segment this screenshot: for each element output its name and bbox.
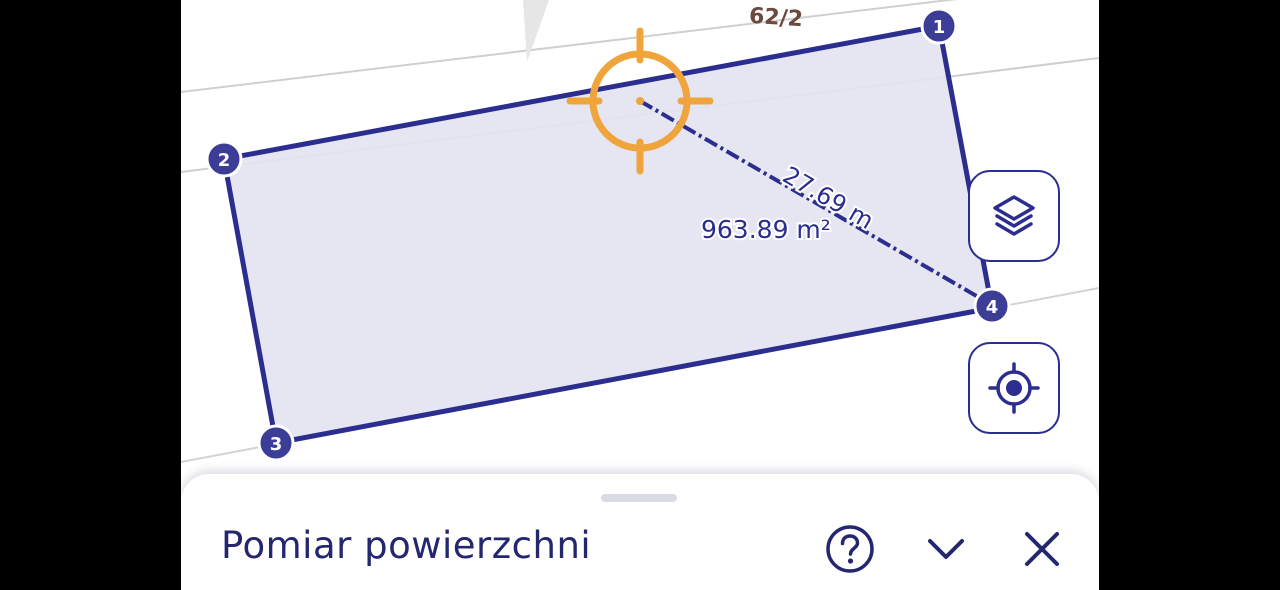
vertex-4[interactable]: 4 [973,287,1011,325]
vertex-label: 4 [986,297,999,318]
phone-screen: 62/2 963.89 m² 27.69 m 1 2 3 4 Pomiar po… [181,0,1099,590]
close-icon [1025,532,1059,566]
bottom-sheet: Pomiar powierzchni [181,474,1099,590]
map-feature-shape [523,0,549,62]
area-label: 963.89 m² [701,215,831,244]
my-location-icon [988,362,1040,414]
help-button[interactable] [825,524,875,574]
sheet-title: Pomiar powierzchni [221,524,592,567]
close-button[interactable] [1017,524,1067,574]
sheet-drag-handle[interactable] [601,494,677,502]
measured-area-polygon[interactable] [221,23,995,446]
vertex-label: 1 [933,17,946,38]
help-circle-icon [826,525,874,573]
vertex-3[interactable]: 3 [257,424,295,462]
vertex-1[interactable]: 1 [920,7,958,45]
chevron-down-icon [928,539,964,559]
parcel-number-label: 62/2 [748,4,804,33]
collapse-button[interactable] [921,524,971,574]
vertex-2[interactable]: 2 [205,140,243,178]
vertex-label: 3 [270,434,283,455]
layers-icon [993,195,1035,236]
vertex-label: 2 [218,150,231,171]
my-location-button[interactable] [968,342,1060,434]
layers-button[interactable] [968,170,1060,262]
